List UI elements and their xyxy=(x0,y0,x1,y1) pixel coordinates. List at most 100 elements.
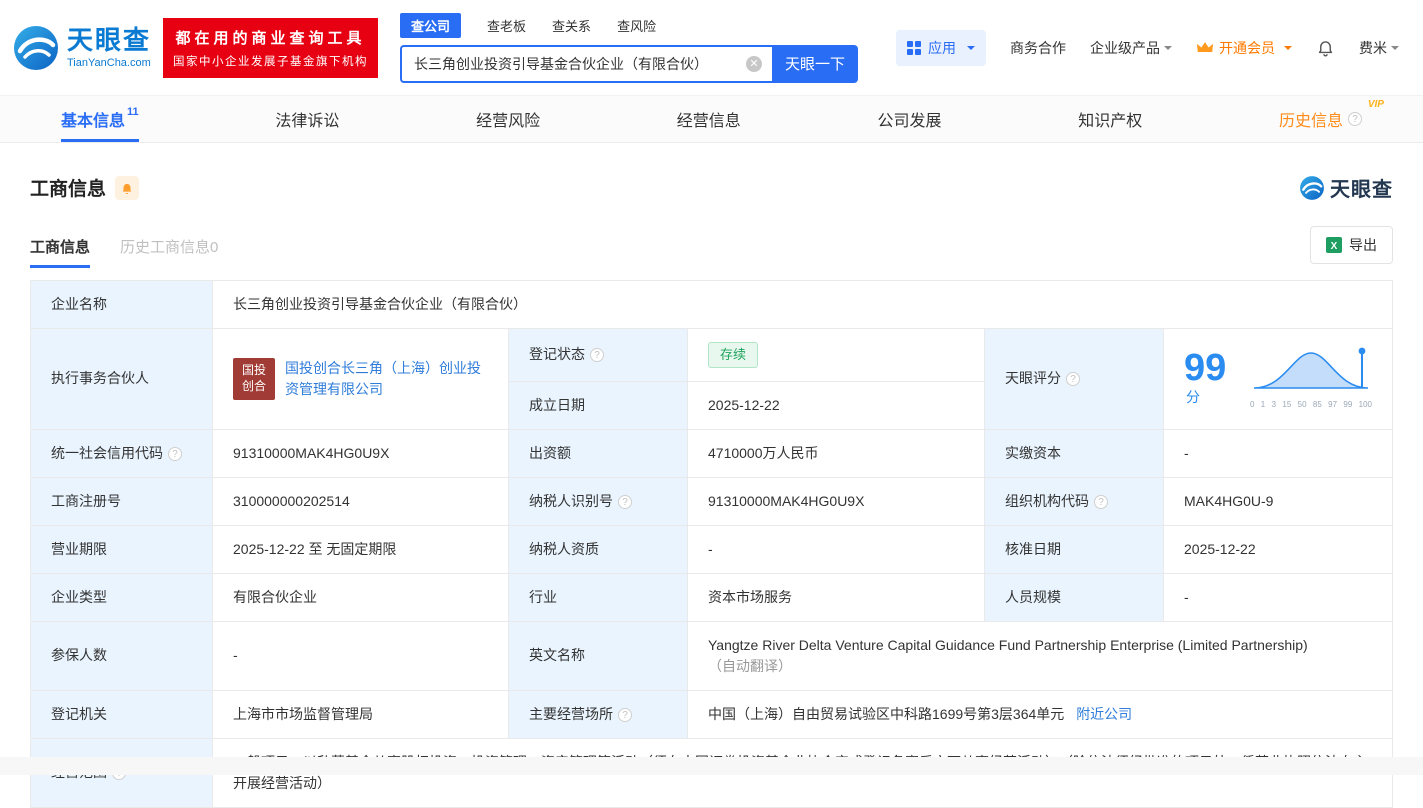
promo-banner: 都在用的商业查询工具 国家中小企业发展子基金旗下机构 xyxy=(163,18,378,78)
top-navigation: 应用 商务合作 企业级产品 开通会员 费米 xyxy=(896,30,1399,66)
nearby-companies-link[interactable]: 附近公司 xyxy=(1076,706,1132,722)
table-row: 企业类型 有限合伙企业 行业 资本市场服务 人员规模 - xyxy=(31,573,1393,621)
chevron-down-icon xyxy=(1284,46,1292,54)
subtab-history-business-info[interactable]: 历史工商信息0 xyxy=(120,236,218,268)
insured-count-label: 参保人数 xyxy=(31,621,213,690)
taxpayer-id-value: 91310000MAK4HG0U9X xyxy=(688,477,985,525)
open-vip-button[interactable]: 开通会员 xyxy=(1196,38,1292,58)
business-term-label: 营业期限 xyxy=(31,525,213,573)
apps-menu[interactable]: 应用 xyxy=(896,30,986,66)
capital-label: 出资额 xyxy=(509,429,688,477)
tab-basic-info[interactable]: 基本信息11 xyxy=(55,96,145,142)
brand-watermark: 天眼查 xyxy=(1299,173,1393,202)
registration-authority-value: 上海市市场监督管理局 xyxy=(213,690,509,738)
apps-grid-icon xyxy=(907,41,921,55)
nav-enterprise-products[interactable]: 企业级产品 xyxy=(1090,38,1172,58)
business-info-table: 企业名称 长三角创业投资引导基金合伙企业（有限合伙） 执行事务合伙人 国投 创合… xyxy=(30,280,1393,808)
org-code-value: MAK4HG0U-9 xyxy=(1164,477,1393,525)
search-tab-relation[interactable]: 查关系 xyxy=(552,16,591,35)
search-tab-company[interactable]: 查公司 xyxy=(400,13,461,38)
subscribe-bell-icon[interactable] xyxy=(115,176,139,200)
brand-domain: TianYanCha.com xyxy=(67,57,151,69)
subtab-row: 工商信息 历史工商信息0 X 导出 xyxy=(30,226,1393,268)
tab-company-development[interactable]: 公司发展 xyxy=(872,96,948,142)
taxpayer-qualification-label: 纳税人资质 xyxy=(509,525,688,573)
main-content: 工商信息 天眼查 工商信息 历史工商信息0 X 导出 xyxy=(0,143,1423,808)
help-icon[interactable]: ? xyxy=(590,348,604,362)
section-title: 工商信息 xyxy=(30,174,106,201)
help-icon[interactable]: ? xyxy=(1348,112,1362,126)
svg-text:X: X xyxy=(1331,241,1338,252)
table-row: 营业期限 2025-12-22 至 无固定期限 纳税人资质 - 核准日期 202… xyxy=(31,525,1393,573)
staff-size-label: 人员规模 xyxy=(985,573,1164,621)
approval-date-value: 2025-12-22 xyxy=(1164,525,1393,573)
search-input[interactable] xyxy=(400,45,772,83)
tianyancha-logo-icon xyxy=(12,24,60,72)
score-axis-labels: 0131550859799100 xyxy=(1250,399,1372,411)
notification-bell-icon[interactable] xyxy=(1316,38,1335,57)
score-number: 99 xyxy=(1184,347,1226,389)
search-tab-boss[interactable]: 查老板 xyxy=(487,16,526,35)
reg-status-value: 存续 xyxy=(688,329,985,382)
table-row: 工商注册号 310000000202514 纳税人识别号? 91310000MA… xyxy=(31,477,1393,525)
reg-number-value: 310000000202514 xyxy=(213,477,509,525)
table-row: 企业名称 长三角创业投资引导基金合伙企业（有限合伙） xyxy=(31,281,1393,329)
export-button[interactable]: X 导出 xyxy=(1310,226,1393,264)
tab-operating-risk[interactable]: 经营风险 xyxy=(470,96,546,142)
company-type-value: 有限合伙企业 xyxy=(213,573,509,621)
table-row: 登记机关 上海市市场监督管理局 主要经营场所? 中国（上海）自由贸易试验区中科路… xyxy=(31,690,1393,738)
paid-capital-value: - xyxy=(1164,429,1393,477)
company-name-label: 企业名称 xyxy=(31,281,213,329)
tab-intellectual-property[interactable]: 知识产权 xyxy=(1072,96,1148,142)
tab-operating-info[interactable]: 经营信息 xyxy=(671,96,747,142)
apps-label: 应用 xyxy=(928,38,956,58)
tab-legal[interactable]: 法律诉讼 xyxy=(269,96,345,142)
business-place-label: 主要经营场所? xyxy=(509,690,688,738)
table-row: 统一社会信用代码? 91310000MAK4HG0U9X 出资额 4710000… xyxy=(31,429,1393,477)
help-icon[interactable]: ? xyxy=(618,708,632,722)
executive-partner-label: 执行事务合伙人 xyxy=(31,329,213,430)
industry-value: 资本市场服务 xyxy=(688,573,985,621)
promo-line2: 国家中小企业发展子基金旗下机构 xyxy=(173,53,368,69)
partner-company-link[interactable]: 国投创合长三角（上海）创业投资管理有限公司 xyxy=(285,358,488,400)
score-unit: 分 xyxy=(1186,389,1200,405)
insured-count-value: - xyxy=(213,621,509,690)
excel-icon: X xyxy=(1326,237,1342,253)
brand-name: 天眼查 xyxy=(67,26,151,55)
search-button[interactable]: 天眼一下 xyxy=(772,45,858,83)
establish-date-label: 成立日期 xyxy=(509,381,688,429)
user-menu[interactable]: 费米 xyxy=(1359,38,1399,58)
executive-partner-value: 国投 创合 国投创合长三角（上海）创业投资管理有限公司 xyxy=(213,329,509,430)
nav-cooperation[interactable]: 商务合作 xyxy=(1010,38,1066,58)
help-icon[interactable]: ? xyxy=(618,495,632,509)
clear-search-icon[interactable]: ✕ xyxy=(746,56,762,72)
header: 天眼查 TianYanCha.com 都在用的商业查询工具 国家中小企业发展子基… xyxy=(0,0,1423,95)
table-row: 参保人数 - 英文名称 Yangtze River Delta Venture … xyxy=(31,621,1393,690)
reg-number-label: 工商注册号 xyxy=(31,477,213,525)
chevron-down-icon xyxy=(1164,46,1172,54)
help-icon[interactable]: ? xyxy=(1066,372,1080,386)
taxpayer-qualification-value: - xyxy=(688,525,985,573)
tab-history-info[interactable]: VIP 历史信息 ? xyxy=(1273,96,1368,142)
table-row: 执行事务合伙人 国投 创合 国投创合长三角（上海）创业投资管理有限公司 登记状态… xyxy=(31,329,1393,382)
english-name-value: Yangtze River Delta Venture Capital Guid… xyxy=(688,621,1393,690)
help-icon[interactable]: ? xyxy=(1094,495,1108,509)
staff-size-value: - xyxy=(1164,573,1393,621)
approval-date-label: 核准日期 xyxy=(985,525,1164,573)
help-icon[interactable]: ? xyxy=(168,447,182,461)
tianyancha-logo[interactable]: 天眼查 TianYanCha.com xyxy=(12,24,151,72)
vip-badge: VIP xyxy=(1368,99,1384,110)
chevron-down-icon xyxy=(1391,46,1399,54)
tyc-score-value: 99分 0131550859799100 xyxy=(1164,329,1393,430)
business-term-value: 2025-12-22 至 无固定期限 xyxy=(213,525,509,573)
capital-value: 4710000万人民币 xyxy=(688,429,985,477)
search-area: 查公司 查老板 查关系 查风险 ✕ 天眼一下 xyxy=(400,13,858,83)
company-name-value: 长三角创业投资引导基金合伙企业（有限合伙） xyxy=(213,281,1393,329)
subtab-business-info[interactable]: 工商信息 xyxy=(30,236,90,268)
tyc-score-label: 天眼评分? xyxy=(985,329,1164,430)
registration-authority-label: 登记机关 xyxy=(31,690,213,738)
search-tab-risk[interactable]: 查风险 xyxy=(617,16,656,35)
auto-translate-note: （自动翻译） xyxy=(708,656,1372,677)
promo-line1: 都在用的商业查询工具 xyxy=(173,27,368,48)
reg-status-label: 登记状态? xyxy=(509,329,688,382)
